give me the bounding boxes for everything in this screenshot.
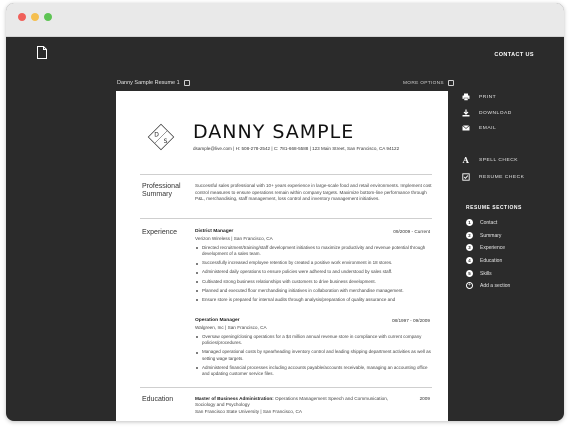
resume-title: Danny Sample Resume 1 (117, 80, 180, 86)
section-item-label: Education (480, 257, 503, 264)
job-bullet: Managed operational costs by spearheadin… (195, 349, 431, 362)
more-options-button[interactable]: MORE OPTIONS (403, 80, 454, 86)
job-bullet: Oversaw opening/closing operations for a… (195, 334, 431, 347)
job-bullet: Administered daily operations to ensure … (195, 269, 431, 275)
contact-us-link[interactable]: CONTACT US (494, 52, 534, 58)
rename-icon[interactable] (183, 80, 190, 86)
section-item-skills[interactable]: 5 Skills (466, 270, 492, 277)
job-company: Walgreen, Inc | San Francisco, CA (195, 325, 267, 330)
more-options-label: MORE OPTIONS (403, 80, 444, 86)
resume-check-label: RESUME CHECK (479, 174, 525, 180)
job-bullet: Directed recruitment/training/staff deve… (195, 245, 431, 258)
job-bullet: Ensure store is prepared for internal au… (195, 297, 431, 303)
add-section-label: Add a section (480, 282, 511, 289)
email-label: EMAIL (479, 125, 497, 131)
svg-text:A: A (462, 156, 470, 164)
summary-text: Successful sales professional with 10+ y… (195, 183, 432, 202)
job-title: Operation Manager (195, 318, 240, 323)
resume-document[interactable]: D S DANNY SAMPLE dsample@live.com | H: 5… (116, 91, 448, 421)
section-divider (140, 174, 432, 175)
section-item-label: Contact (480, 219, 498, 226)
section-number-badge: 1 (466, 219, 473, 226)
minimize-window-button[interactable] (31, 13, 39, 21)
printer-icon (462, 93, 470, 101)
education-year: 2009 (419, 396, 430, 401)
plus-icon: + (466, 282, 473, 289)
section-divider (140, 387, 432, 388)
summary-label-line-2: Summary (142, 191, 172, 199)
add-section-button[interactable]: + Add a section (466, 282, 510, 289)
window-titlebar (6, 3, 564, 37)
more-options-icon (447, 80, 454, 86)
resume-check-icon (462, 173, 470, 181)
section-item-education[interactable]: 4 Education (466, 257, 502, 264)
section-number-badge: 5 (466, 270, 473, 277)
print-action[interactable]: PRINT (462, 93, 496, 101)
download-icon (462, 109, 470, 117)
section-item-label: Summary (480, 232, 502, 239)
education-section-label: Education (142, 396, 174, 403)
summary-label-line-1: Professional (142, 183, 181, 190)
job-bullet-list: Oversaw opening/closing operations for a… (195, 334, 431, 380)
section-item-label: Experience (480, 244, 506, 251)
resume-sections-heading: RESUME SECTIONS (466, 205, 522, 211)
section-divider (140, 218, 432, 219)
job-dates: 08/1997 - 09/2009 (391, 318, 430, 323)
download-label: DOWNLOAD (479, 110, 512, 116)
job-dates: 09/2009 - Current (393, 229, 430, 234)
spell-check-action[interactable]: A SPELL CHECK (462, 156, 518, 164)
candidate-name: DANNY SAMPLE (193, 121, 355, 143)
section-item-experience[interactable]: 3 Experience (466, 244, 505, 251)
degree-name: Master of Business Administration: (195, 396, 274, 401)
job-bullet: Cultivated strong business relationships… (195, 279, 431, 285)
section-number-badge: 3 (466, 244, 473, 251)
job-company: Verizon Wireless | San Francisco, CA (195, 236, 273, 241)
job-bullet: Administered financial processes includi… (195, 365, 431, 378)
document-logo-icon[interactable] (37, 46, 47, 59)
education-degree: Master of Business Administration: Opera… (195, 396, 405, 409)
section-item-label: Skills (480, 270, 492, 277)
job-bullet-list: Directed recruitment/training/staff deve… (195, 245, 431, 306)
download-action[interactable]: DOWNLOAD (462, 109, 512, 117)
close-window-button[interactable] (18, 13, 26, 21)
experience-section-label: Experience (142, 229, 178, 236)
monogram-letter-s: S (164, 138, 168, 145)
maximize-window-button[interactable] (44, 13, 52, 21)
section-item-summary[interactable]: 2 Summary (466, 232, 501, 239)
job-bullet: Planned and executed floor merchandising… (195, 288, 431, 294)
job-title: District Manager (195, 229, 234, 234)
email-action[interactable]: EMAIL (462, 124, 496, 132)
monogram-logo: D S (147, 123, 175, 151)
spell-check-icon: A (462, 156, 470, 164)
education-school: San Francisco State University | San Fra… (195, 409, 302, 414)
resume-title-bar: Danny Sample Resume 1 (117, 80, 190, 86)
print-label: PRINT (479, 94, 497, 100)
spell-check-label: SPELL CHECK (479, 157, 519, 163)
monogram-letter-d: D (154, 132, 159, 139)
section-item-contact[interactable]: 1 Contact (466, 219, 497, 226)
resume-check-action[interactable]: RESUME CHECK (462, 173, 524, 181)
job-bullet: Successfully increased employee retentio… (195, 260, 431, 266)
section-number-badge: 4 (466, 257, 473, 264)
section-number-badge: 2 (466, 232, 473, 239)
candidate-contact-line: dsample@live.com | H: 508-278-2542 | C: … (193, 146, 400, 151)
email-icon (462, 124, 470, 132)
summary-section-label: Professional Summary (142, 183, 181, 200)
app-header: CONTACT US (6, 37, 564, 75)
